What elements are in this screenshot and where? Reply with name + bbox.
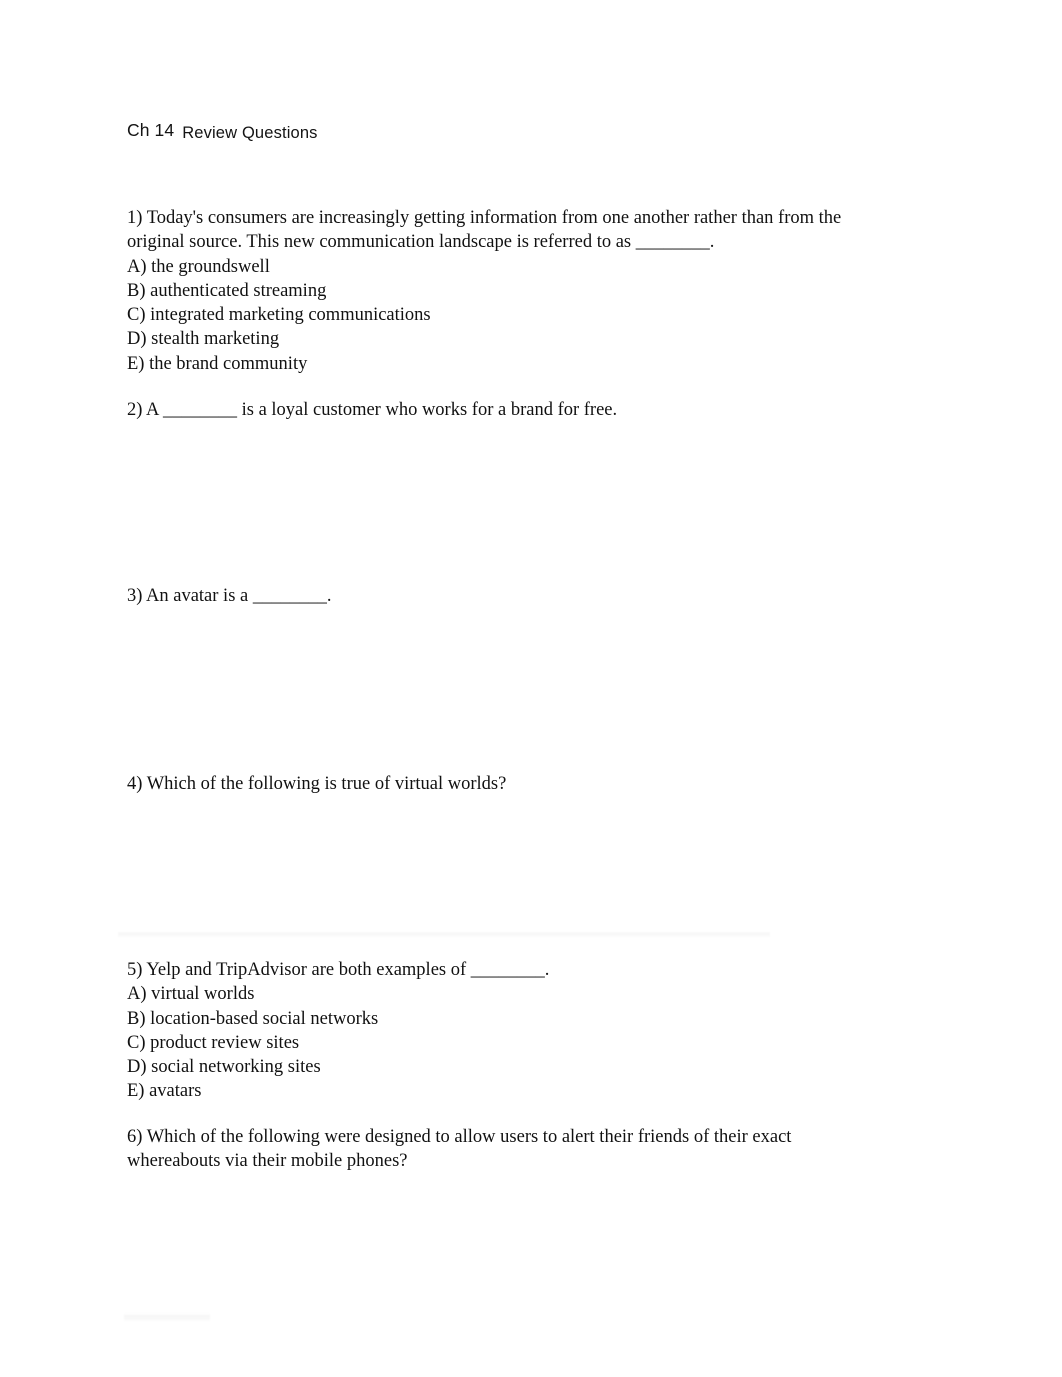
question-text-3: 3) An avatar is a ________.: [127, 584, 332, 608]
question-line: 3) An avatar is a ________.: [127, 586, 332, 606]
option-item[interactable]: E) the brand community: [127, 352, 841, 376]
scan-artifact-band: [118, 931, 770, 938]
option-item[interactable]: B) location-based social networks: [127, 1007, 549, 1031]
option-item[interactable]: C) integrated marketing communications: [127, 303, 841, 327]
option-list-1: A) the groundswell B) authenticated stre…: [127, 255, 841, 376]
question-text-2: 2) A ________ is a loyal customer who wo…: [127, 398, 617, 422]
page-header: Ch 14 Review Questions: [127, 120, 318, 142]
scan-artifact-footer: [124, 1313, 210, 1322]
answer-space-2[interactable]: [127, 428, 934, 578]
answer-space-6[interactable]: [127, 1180, 934, 1310]
question-text-5: 5) Yelp and TripAdvisor are both example…: [127, 958, 549, 982]
option-item[interactable]: B) authenticated streaming: [127, 279, 841, 303]
question-block-4: 4) Which of the following is true of vir…: [127, 772, 506, 796]
question-line: 4) Which of the following is true of vir…: [127, 774, 507, 794]
question-block-1: 1) Today's consumers are increasingly ge…: [127, 206, 841, 376]
question-block-3: 3) An avatar is a ________.: [127, 584, 332, 608]
document-page: Ch 14 Review Questions 1) Today's consum…: [0, 0, 1062, 1377]
question-block-5: 5) Yelp and TripAdvisor are both example…: [127, 958, 549, 1104]
question-block-6: 6) Which of the following were designed …: [127, 1125, 791, 1174]
chapter-label: Ch 14: [127, 120, 175, 140]
question-line: 5) Yelp and TripAdvisor are both example…: [127, 960, 550, 980]
question-line: whereabouts via their mobile phones?: [127, 1151, 408, 1172]
option-item[interactable]: D) social networking sites: [127, 1055, 549, 1079]
question-text-4: 4) Which of the following is true of vir…: [127, 772, 506, 796]
question-text-6: 6) Which of the following were designed …: [127, 1125, 791, 1174]
question-line: 1) Today's consumers are increasingly ge…: [127, 208, 842, 228]
page-title: Review Questions: [182, 124, 318, 142]
question-block-2: 2) A ________ is a loyal customer who wo…: [127, 398, 617, 422]
option-item[interactable]: A) the groundswell: [127, 255, 841, 279]
answer-space-3[interactable]: [127, 614, 934, 766]
answer-space-4[interactable]: [127, 802, 934, 928]
question-line: original source. This new communication …: [127, 232, 715, 253]
question-line: 2) A ________ is a loyal customer who wo…: [127, 400, 618, 420]
option-item[interactable]: C) product review sites: [127, 1031, 549, 1055]
option-item[interactable]: E) avatars: [127, 1079, 549, 1103]
option-item[interactable]: A) virtual worlds: [127, 982, 549, 1006]
option-item[interactable]: D) stealth marketing: [127, 327, 841, 351]
question-text-1: 1) Today's consumers are increasingly ge…: [127, 206, 841, 255]
question-line: 6) Which of the following were designed …: [127, 1127, 792, 1147]
option-list-5: A) virtual worlds B) location-based soci…: [127, 982, 549, 1103]
